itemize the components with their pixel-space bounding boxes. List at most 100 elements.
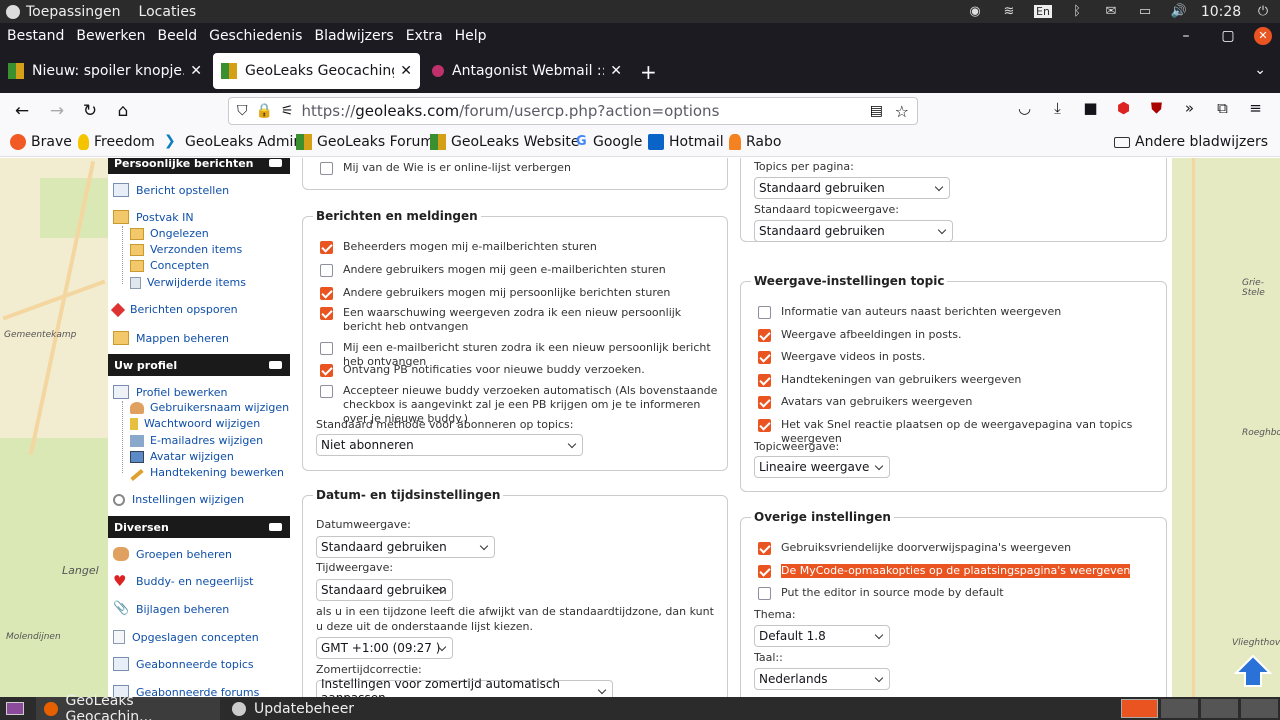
language-select[interactable]: Nederlands bbox=[754, 668, 890, 690]
url-bar[interactable]: ⛉ 🔒 ⚟ https://geoleaks.com/forum/usercp.… bbox=[228, 97, 918, 125]
power-icon[interactable]: ⏻ bbox=[1246, 4, 1280, 19]
workspace-1[interactable] bbox=[1121, 699, 1158, 718]
sidebar-item-settings[interactable]: Instellingen wijzigen bbox=[113, 493, 244, 506]
sidebar-header-misc[interactable]: Diversen bbox=[108, 516, 290, 538]
close-tab-icon[interactable]: ✕ bbox=[400, 63, 412, 79]
menu-history[interactable]: Geschiedenis bbox=[209, 28, 302, 44]
maximize-button[interactable]: ▢ bbox=[1213, 28, 1243, 44]
task-updates[interactable]: Updatebeheer bbox=[232, 697, 354, 720]
default-topic-view-select[interactable]: Standaard gebruiken bbox=[754, 220, 953, 242]
close-window-button[interactable]: ✕ bbox=[1254, 27, 1272, 45]
minimize-button[interactable]: – bbox=[1171, 28, 1201, 44]
sidebar-item-change-avatar[interactable]: Avatar wijzigen bbox=[130, 450, 234, 463]
battery-icon[interactable]: ▭ bbox=[1128, 4, 1162, 19]
checkbox[interactable] bbox=[320, 162, 333, 175]
sidebar-item-track[interactable]: Berichten opsporen bbox=[110, 302, 238, 317]
subscribe-method-select[interactable]: Niet abonneren bbox=[316, 434, 583, 456]
checkbox-author-info[interactable]: Informatie van auteurs naast berichten w… bbox=[758, 305, 1158, 319]
sidebar-folder-drafts[interactable]: Concepten bbox=[130, 259, 209, 272]
checkbox-show-videos[interactable]: Weergave videos in posts. bbox=[758, 350, 1158, 364]
bookmark-freedom[interactable]: Freedom bbox=[78, 134, 155, 150]
new-tab-button[interactable]: + bbox=[640, 60, 657, 84]
sidebar-item-subscribed-topics[interactable]: Geabonneerde topics bbox=[113, 657, 254, 671]
close-tab-icon[interactable]: ✕ bbox=[190, 63, 202, 79]
workspace-4[interactable] bbox=[1241, 699, 1278, 718]
time-format-select[interactable]: Standaard gebruiken bbox=[316, 579, 453, 601]
checkbox-show-images[interactable]: Weergave afbeeldingen in posts. bbox=[758, 328, 1158, 342]
date-format-select[interactable]: Standaard gebruiken bbox=[316, 536, 495, 558]
topic-mode-select[interactable]: Lineaire weergave bbox=[754, 456, 890, 478]
forward-button[interactable]: → bbox=[45, 99, 69, 123]
sidebar-folder-unread[interactable]: Ongelezen bbox=[130, 227, 209, 240]
workspace-3[interactable] bbox=[1201, 699, 1238, 718]
menu-view[interactable]: Beeld bbox=[157, 28, 197, 44]
mail-icon[interactable]: ✉ bbox=[1094, 4, 1128, 19]
sidebar-item-buddy-list[interactable]: ♥ Buddy- en negeerlijst bbox=[113, 574, 254, 589]
sidebar-header-profile[interactable]: Uw profiel bbox=[108, 354, 290, 376]
sidebar-item-groups[interactable]: Groepen beheren bbox=[113, 547, 232, 561]
sidebar-item-change-email[interactable]: E-mailadres wijzigen bbox=[130, 434, 263, 447]
bookmark-geoleaks-website[interactable]: GeoLeaks Website bbox=[430, 134, 579, 150]
tab-webmail[interactable]: Antagonist Webmail :: Po ✕ bbox=[424, 53, 630, 89]
downloads-icon[interactable]: ⤓ bbox=[1041, 99, 1074, 117]
globe-icon[interactable]: ◉ bbox=[958, 4, 992, 19]
bookmark-rabo[interactable]: Rabo bbox=[729, 134, 781, 150]
theme-select[interactable]: Default 1.8 bbox=[754, 625, 890, 647]
ublock-icon[interactable]: ⛊ bbox=[1140, 99, 1173, 117]
bookmark-brave[interactable]: Brave bbox=[10, 134, 72, 150]
checkbox-source-mode[interactable]: Put the editor in source mode by default bbox=[758, 586, 1158, 600]
workspace-2[interactable] bbox=[1161, 699, 1198, 718]
menu-help[interactable]: Help bbox=[455, 28, 487, 44]
checkbox-pm-notice[interactable]: Een waarschuwing weergeven zodra ik een … bbox=[320, 306, 720, 334]
sidebar-item-attachments[interactable]: 📎 Bijlagen beheren bbox=[113, 602, 229, 616]
sidebar-item-folders[interactable]: Mappen beheren bbox=[113, 331, 229, 345]
close-tab-icon[interactable]: ✕ bbox=[610, 63, 622, 79]
volume-icon[interactable]: 🔊 bbox=[1162, 4, 1196, 19]
reload-button[interactable]: ↻ bbox=[78, 99, 102, 123]
list-all-tabs-icon[interactable]: ⌄ bbox=[1254, 62, 1266, 78]
menu-tools[interactable]: Extra bbox=[406, 28, 443, 44]
tab-spoiler[interactable]: Nieuw: spoiler knopje. ✕ bbox=[0, 53, 210, 89]
menu-file[interactable]: Bestand bbox=[7, 28, 64, 44]
menu-bookmarks[interactable]: Bladwijzers bbox=[314, 28, 393, 44]
pocket-icon[interactable]: ◡ bbox=[1008, 99, 1041, 117]
task-firefox[interactable]: GeoLeaks Geocachin... bbox=[36, 693, 220, 720]
show-desktop-icon[interactable] bbox=[6, 702, 24, 715]
collapse-toggle-icon[interactable] bbox=[269, 361, 282, 369]
checkbox-hide-online[interactable]: Mij van de Wie is er online-lijst verber… bbox=[320, 161, 571, 175]
checkbox-show-avatars[interactable]: Avatars van gebruikers weergeven bbox=[758, 395, 1158, 409]
checkbox-buddy-notify[interactable]: Ontvang PB notificaties voor nieuwe budd… bbox=[320, 363, 720, 377]
sidebar-folder-trash[interactable]: Verwijderde items bbox=[130, 276, 246, 289]
menu-edit[interactable]: Bewerken bbox=[76, 28, 145, 44]
sidebar-item-edit-signature[interactable]: Handtekening bewerken bbox=[130, 466, 284, 481]
extensions-icon[interactable]: ⧉ bbox=[1206, 99, 1239, 117]
scroll-to-top-icon[interactable] bbox=[1234, 654, 1272, 688]
sidebar-header-pm[interactable]: Persoonlijke berichten bbox=[108, 158, 290, 174]
sidebar-item-edit-profile[interactable]: Profiel bewerken bbox=[113, 385, 227, 399]
sidebar-item-compose[interactable]: Bericht opstellen bbox=[113, 183, 229, 197]
dst-select[interactable]: Instellingen voor zomertijd automatisch … bbox=[316, 677, 613, 697]
checkbox-show-signatures[interactable]: Handtekeningen van gebruikers weergeven bbox=[758, 373, 1158, 387]
lock-icon[interactable]: 🔒 bbox=[256, 103, 273, 119]
collapse-toggle-icon[interactable] bbox=[269, 159, 282, 167]
more-tools-icon[interactable]: » bbox=[1173, 99, 1206, 117]
bookmark-geoleaks-forum[interactable]: GeoLeaks Forum bbox=[296, 134, 434, 150]
bluetooth-icon[interactable]: ᛒ bbox=[1060, 4, 1094, 19]
sidebar-item-inbox[interactable]: Postvak IN bbox=[113, 210, 194, 224]
app-menu-icon[interactable]: ≡ bbox=[1239, 99, 1272, 117]
checkbox-mycode-options[interactable]: De MyCode-opmaakopties op de plaatsingsp… bbox=[758, 564, 1158, 578]
checkbox-admin-email[interactable]: Beheerders mogen mij e-mailberichten stu… bbox=[320, 240, 720, 254]
sidebar-folder-sent[interactable]: Verzonden items bbox=[130, 243, 242, 256]
collapse-toggle-icon[interactable] bbox=[269, 523, 282, 531]
bookmark-hotmail[interactable]: Hotmail bbox=[648, 134, 724, 150]
reader-view-icon[interactable]: ▤ bbox=[870, 103, 883, 119]
other-bookmarks[interactable]: Andere bladwijzers bbox=[1114, 134, 1268, 150]
sidebar-item-change-password[interactable]: Wachtwoord wijzigen bbox=[130, 417, 260, 430]
wifi-icon[interactable]: ≋ bbox=[992, 4, 1026, 19]
permissions-icon[interactable]: ⚟ bbox=[281, 103, 294, 119]
checkbox-allow-pm[interactable]: Andere gebruikers mogen mij persoonlijke… bbox=[320, 286, 720, 300]
tab-geoleaks-forum[interactable]: GeoLeaks Geocaching Fo ✕ bbox=[213, 53, 420, 89]
keyboard-layout-indicator[interactable]: En bbox=[1026, 4, 1060, 19]
checkbox-friendly-redirect[interactable]: Gebruiksvriendelijke doorverwijspagina's… bbox=[758, 541, 1158, 555]
checkbox-no-user-email[interactable]: Andere gebruikers mogen mij geen e-mailb… bbox=[320, 263, 720, 277]
